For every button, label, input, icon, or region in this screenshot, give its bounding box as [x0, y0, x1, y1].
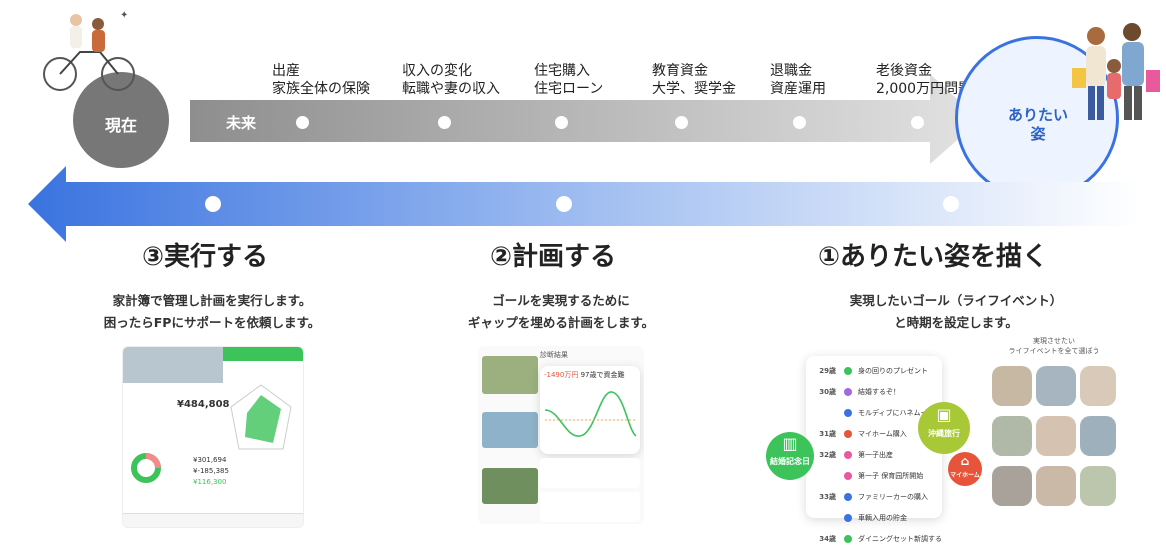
event-photo: [992, 366, 1032, 406]
photo-grid-header: 実現させたい ライフイベントを全て選ぼう: [1008, 337, 1100, 355]
step-desc-execute: 家計簿で管理し計画を実行します。 困ったらFPにサポートを依頼します。: [103, 293, 321, 330]
step-desc-goal: 実現したいゴール（ライフイベント） と時期を設定します。: [849, 293, 1063, 330]
budget-tabbar: [123, 513, 303, 527]
milestone-dot: [296, 116, 309, 129]
milestone-pension: 老後資金 2,000万円問題: [876, 63, 973, 97]
budget-amount: ¥484,808: [177, 399, 230, 410]
okinawa-badge: ▣ 沖縄旅行: [918, 402, 970, 454]
event-row: 29歳 身の回りのプレゼント: [819, 366, 928, 375]
life-event-photo-grid: 実現させたい ライフイベントを全て選ぼう: [992, 336, 1116, 526]
step-dot-execute: [205, 196, 221, 212]
budget-app-header: [223, 347, 303, 361]
milestone-dot: [555, 116, 568, 129]
anniversary-badge: ▥ 結婚記念日: [766, 432, 814, 480]
radar-chart: [230, 384, 292, 450]
step-desc-plan: ゴールを実現するために ギャップを埋める計画をします。: [467, 293, 655, 330]
plan-line-chart: [544, 391, 637, 437]
step-dot-goal: [943, 196, 959, 212]
milestone-dot: [438, 116, 451, 129]
budget-values: ¥301,694 ¥-185,385 ¥116,300: [193, 456, 229, 486]
event-photo: [992, 416, 1032, 456]
event-photo: [1080, 366, 1116, 406]
suitcase-icon: ▣: [936, 405, 952, 424]
event-photo: [1036, 466, 1076, 506]
milestone-house: 住宅購入 住宅ローン: [534, 63, 604, 97]
event-photo: [992, 466, 1032, 506]
future-label: 未来: [226, 114, 257, 132]
svg-text:✦: ✦: [120, 10, 128, 21]
step-title-plan: ②計画する: [490, 242, 617, 272]
event-row: 車輌入用の貯金: [806, 507, 942, 528]
milestone-education: 教育資金 大学、奨学金: [652, 63, 736, 97]
plan-note: [540, 492, 640, 522]
event-row: 33歳 ファミリーカーの購入: [819, 492, 928, 501]
plan-app-screenshot: 診断結果 -1490万円 97歳で資金難: [478, 346, 644, 524]
step-dot-plan: [556, 196, 572, 212]
budget-app-screenshot: ¥484,808 ¥301,694 ¥-185,385 ¥116,300: [122, 346, 304, 528]
event-row: 34歳 ダイニングセット新調する: [819, 534, 942, 543]
plan-photo: [482, 356, 538, 394]
milestone-retirement: 退職金 資産運用: [770, 63, 826, 97]
step-title-execute: ③実行する: [142, 242, 269, 272]
plan-photo: [482, 468, 538, 504]
milestone-dot: [675, 116, 688, 129]
budget-photo: [123, 347, 223, 383]
now-label: 現在: [104, 116, 137, 135]
plan-gap: -1490万円 97歳で資金難: [544, 371, 625, 379]
plan-photo: [482, 412, 538, 448]
event-photo: [1080, 466, 1116, 506]
home-icon: ⌂: [960, 454, 970, 468]
home-badge: ⌂ マイホーム: [948, 452, 982, 486]
plan-note: [540, 458, 640, 488]
milestone-dot: [911, 116, 924, 129]
plan-gap-card: -1490万円 97歳で資金難: [540, 366, 640, 454]
event-photo: [1036, 366, 1076, 406]
event-photo: [1080, 416, 1116, 456]
event-row: 32歳 第一子出産: [819, 450, 893, 459]
event-row: 第一子 保育园所開始: [806, 465, 942, 486]
event-photo: [1036, 416, 1076, 456]
plan-tab: 診断結果: [540, 351, 568, 359]
milestone-income: 収入の変化 転職や妻の収入: [402, 63, 500, 97]
event-row: 30歳 結婚するぞ！: [819, 387, 900, 396]
milestone-birth: 出産 家族全体の保険: [272, 63, 370, 97]
step-title-goal: ①ありたい姿を描く: [818, 242, 1049, 272]
cake-icon: ▥: [782, 434, 798, 453]
tandem-bicycle-illustration: ✦: [43, 10, 135, 91]
action-arrow: [28, 166, 1140, 242]
milestone-dot: [793, 116, 806, 129]
family-illustration: [1072, 23, 1160, 120]
donut-chart: [131, 453, 161, 483]
